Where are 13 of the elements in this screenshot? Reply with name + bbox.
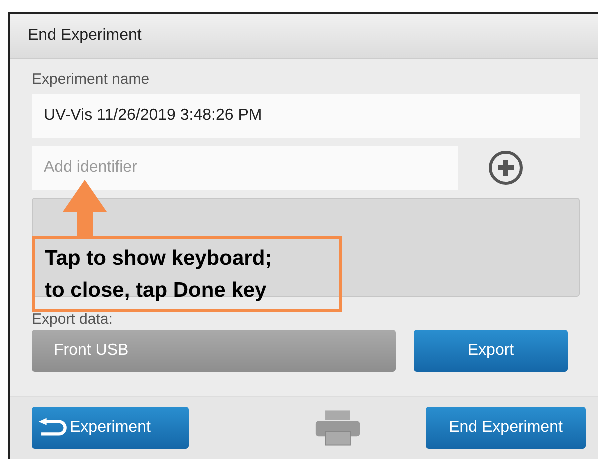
add-icon[interactable] <box>488 150 524 186</box>
name-field[interactable]: UV-Vis 11/26/2019 3:48:26 PM <box>32 94 580 138</box>
printer-icon[interactable] <box>314 408 362 448</box>
back-button[interactable]: Experiment <box>32 407 189 449</box>
callout-text: Tap to show keyboard; to close, tap Done key <box>45 247 272 302</box>
field-label: Experiment name <box>32 71 151 88</box>
end-experiment-button[interactable]: End Experiment <box>426 407 586 449</box>
destination-dropdown[interactable]: Front USB <box>32 330 396 372</box>
dialog-title: End Experiment <box>28 27 142 45</box>
export-label: Export data: <box>32 311 114 328</box>
identifier-field[interactable]: Add identifier <box>32 146 458 190</box>
back-arrow-icon <box>38 418 68 438</box>
export-button[interactable]: Export <box>414 330 568 372</box>
